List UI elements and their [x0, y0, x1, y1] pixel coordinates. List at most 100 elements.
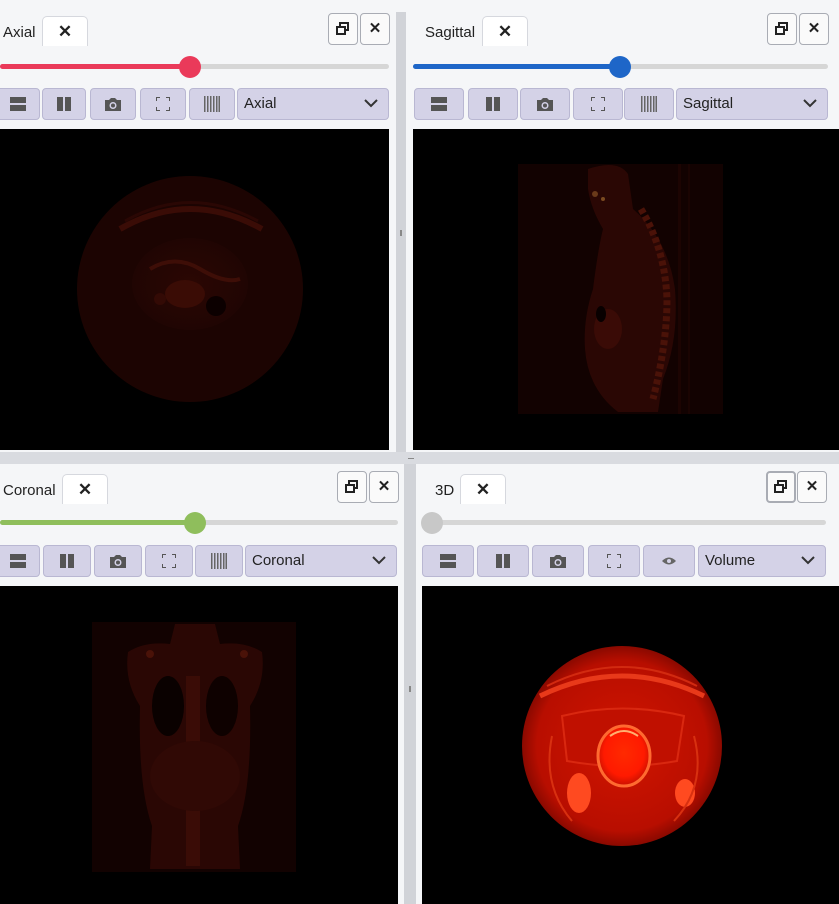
restore-icon: [336, 22, 349, 35]
camera-icon: [105, 98, 121, 111]
coronal-viewport[interactable]: [0, 586, 398, 904]
vertical-splitter-bottom[interactable]: [404, 464, 416, 904]
slice-slider[interactable]: [0, 511, 398, 534]
close-tab-button[interactable]: ✕: [62, 474, 108, 504]
layout-columns-button[interactable]: [477, 545, 529, 577]
restore-icon: [345, 480, 358, 493]
screenshot-button[interactable]: [90, 88, 136, 120]
close-window-button[interactable]: ✕: [369, 471, 399, 503]
axial-viewport[interactable]: [0, 129, 389, 450]
volume-render-image: [522, 646, 722, 846]
layout-rows-button[interactable]: [422, 545, 474, 577]
view-select-value: Coronal: [252, 552, 305, 569]
restore-window-button[interactable]: [328, 13, 358, 45]
panel-title: 3D: [435, 482, 455, 499]
splitter-grip: [409, 686, 411, 692]
panel-axial: Axial ✕ ✕ Axial: [0, 0, 396, 455]
layout-rows-icon: [10, 554, 26, 568]
fullscreen-button[interactable]: [573, 88, 623, 120]
fullscreen-button[interactable]: [588, 545, 640, 577]
view-select[interactable]: Coronal: [245, 545, 397, 577]
view-select[interactable]: Volume: [698, 545, 826, 577]
restore-icon: [775, 22, 788, 35]
layout-columns-icon: [496, 554, 510, 568]
fullscreen-button[interactable]: [145, 545, 193, 577]
barcode-button[interactable]: [624, 88, 674, 120]
close-tab-button[interactable]: ✕: [42, 16, 88, 46]
volume-viewport[interactable]: [422, 586, 839, 904]
fullscreen-icon: [606, 553, 622, 569]
vertical-splitter-top[interactable]: [396, 12, 406, 452]
layout-columns-button[interactable]: [42, 88, 86, 120]
layout-rows-icon: [431, 97, 447, 111]
slider-fill: [413, 64, 620, 69]
screenshot-button[interactable]: [520, 88, 570, 120]
layout-columns-button[interactable]: [43, 545, 91, 577]
camera-icon: [110, 555, 126, 568]
fullscreen-icon: [161, 553, 177, 569]
view-select[interactable]: Sagittal: [676, 88, 828, 120]
close-tab-button[interactable]: ✕: [460, 474, 506, 504]
close-window-button[interactable]: ✕: [799, 13, 829, 45]
restore-window-button[interactable]: [766, 471, 796, 503]
layout-columns-icon: [486, 97, 500, 111]
barcode-icon: [204, 96, 220, 112]
layout-rows-button[interactable]: [0, 88, 40, 120]
slider-handle[interactable]: [184, 511, 206, 534]
panel-title: Coronal: [3, 482, 56, 499]
panel-3d: 3D ✕ ✕ Volume: [416, 464, 839, 904]
panel-title: Axial: [3, 24, 36, 41]
fullscreen-icon: [590, 96, 606, 112]
slider-handle[interactable]: [421, 511, 443, 534]
slider-handle[interactable]: [609, 55, 631, 78]
restore-icon: [774, 480, 787, 493]
visibility-button[interactable]: [643, 545, 695, 577]
slider-fill: [0, 64, 190, 69]
panel-title: Sagittal: [425, 24, 476, 41]
layout-columns-icon: [60, 554, 74, 568]
screenshot-button[interactable]: [94, 545, 142, 577]
barcode-icon: [211, 553, 227, 569]
layout-rows-button[interactable]: [0, 545, 40, 577]
slice-slider[interactable]: [421, 511, 826, 534]
fullscreen-icon: [155, 96, 171, 112]
eye-icon: [662, 557, 676, 565]
panel-sagittal: Sagittal ✕ ✕ Sagittal: [406, 0, 839, 455]
sagittal-viewport[interactable]: [413, 129, 839, 450]
camera-icon: [537, 98, 553, 111]
barcode-button[interactable]: [195, 545, 243, 577]
close-window-button[interactable]: ✕: [360, 13, 390, 45]
horizontal-splitter[interactable]: [0, 452, 839, 464]
chevron-down-icon: [372, 546, 386, 587]
view-select[interactable]: Axial: [237, 88, 389, 120]
slice-slider[interactable]: [0, 55, 389, 78]
splitter-grip: [400, 230, 402, 236]
chevron-down-icon: [803, 89, 817, 130]
slider-fill: [0, 520, 195, 525]
chevron-down-icon: [801, 546, 815, 587]
restore-window-button[interactable]: [767, 13, 797, 45]
close-tab-button[interactable]: ✕: [482, 16, 528, 46]
layout-columns-button[interactable]: [468, 88, 518, 120]
coronal-slice-image: [92, 622, 296, 872]
barcode-button[interactable]: [189, 88, 235, 120]
panel-coronal: Coronal ✕ ✕ Coronal: [0, 464, 404, 904]
layout-columns-icon: [57, 97, 71, 111]
layout-rows-icon: [10, 97, 26, 111]
splitter-grip: [408, 458, 414, 459]
layout-rows-icon: [440, 554, 456, 568]
slice-slider[interactable]: [413, 55, 828, 78]
restore-window-button[interactable]: [337, 471, 367, 503]
chevron-down-icon: [364, 89, 378, 130]
screenshot-button[interactable]: [532, 545, 584, 577]
layout-rows-button[interactable]: [414, 88, 464, 120]
camera-icon: [550, 555, 566, 568]
view-select-value: Sagittal: [683, 95, 734, 112]
view-select-value: Axial: [244, 95, 277, 112]
slider-handle[interactable]: [179, 55, 201, 78]
close-window-button[interactable]: ✕: [797, 471, 827, 503]
axial-slice-image: [77, 176, 303, 402]
view-select-value: Volume: [705, 552, 756, 569]
fullscreen-button[interactable]: [140, 88, 186, 120]
barcode-icon: [641, 96, 657, 112]
